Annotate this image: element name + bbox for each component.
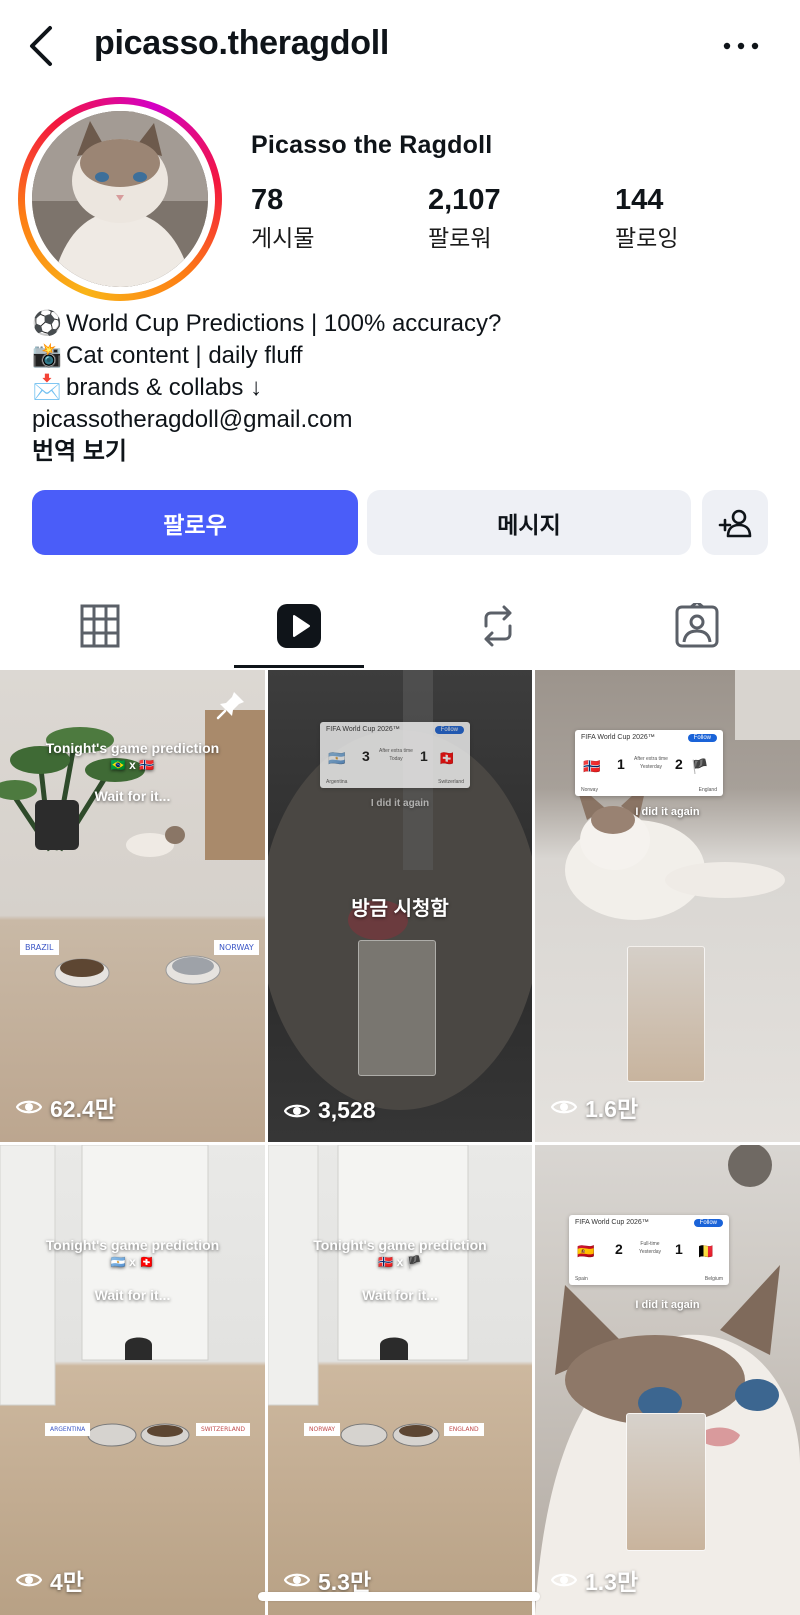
more-horizontal-icon	[723, 42, 759, 50]
score-card: FIFA World Cup 2026™ Follow 🇪🇸 2 Full-ti…	[569, 1215, 729, 1285]
reel-thumbnail	[0, 1145, 209, 1447]
flag-icon: 🏴	[691, 758, 709, 774]
reel-caption: I did it again	[635, 806, 700, 818]
bio-line: ⚽️ World Cup Predictions | 100% accuracy?	[32, 308, 501, 340]
reel-caption: I did it again	[635, 1299, 700, 1311]
tab-tagged[interactable]	[627, 596, 767, 656]
profile-username: picasso.theragdoll	[94, 24, 390, 62]
posts-label: 게시물	[251, 225, 315, 251]
flag-icon: 🇦🇷	[328, 750, 346, 766]
inset-video-frame	[626, 1413, 706, 1551]
tagged-icon	[675, 603, 719, 648]
inset-video-frame	[358, 940, 436, 1076]
eye-icon	[16, 1573, 42, 1587]
story-ring[interactable]	[18, 97, 222, 301]
flag-icon: 🇨🇭	[438, 750, 456, 766]
view-count: 1.3만	[551, 1563, 638, 1597]
placard-label: NORWAY	[304, 1423, 341, 1436]
following-label: 팔로잉	[615, 225, 679, 251]
posts-count: 78	[251, 184, 284, 216]
reels-icon	[277, 604, 321, 648]
view-count: 1.6만	[551, 1090, 638, 1124]
reel-flags: 🇧🇷 x 🇳🇴	[110, 758, 155, 772]
tab-grid[interactable]	[30, 596, 170, 656]
reels-grid: BRAZIL NORWAY Tonight's game prediction …	[0, 670, 800, 1615]
watched-label: 방금 시청함	[351, 898, 449, 920]
grid-icon	[80, 604, 120, 648]
eye-icon	[284, 1573, 310, 1587]
reel-tile[interactable]: FIFA World Cup 2026™ Follow 🇳🇴 1 After e…	[535, 670, 800, 1142]
reel-flags: 🇦🇷 x 🇨🇭	[110, 1255, 155, 1269]
view-count: 62.4만	[16, 1090, 116, 1124]
reel-tile[interactable]: NORWAY ENGLAND Tonight's game prediction…	[268, 1145, 532, 1615]
translate-link[interactable]: 번역 보기	[32, 436, 501, 468]
home-indicator[interactable]	[258, 1592, 540, 1601]
chevron-left-icon	[30, 26, 52, 66]
bio-email[interactable]: picassotheragdoll@gmail.com	[32, 404, 501, 436]
reel-tile[interactable]: BRAZIL NORWAY Tonight's game prediction …	[0, 670, 265, 1142]
following-count: 144	[615, 184, 664, 216]
reel-tile[interactable]: ARGENTINA SWITZERLAND Tonight's game pre…	[0, 1145, 265, 1615]
flag-icon: 🇳🇴	[583, 758, 601, 774]
inset-video-frame	[627, 946, 705, 1082]
reposts-icon	[484, 605, 512, 647]
reel-caption: Tonight's game prediction	[45, 1237, 220, 1253]
reel-flags: 🇳🇴 x 🏴	[378, 1255, 422, 1269]
active-tab-indicator	[234, 665, 364, 668]
eye-icon	[16, 1100, 42, 1114]
reel-tile[interactable]: FIFA World Cup 2026™ Follow 🇦🇷 3 After e…	[268, 670, 532, 1142]
placard-label: ENGLAND	[444, 1423, 484, 1436]
reel-caption: Tonight's game prediction	[313, 1237, 487, 1253]
placard-label: SWITZERLAND	[196, 1423, 250, 1436]
top-bar: picasso.theragdoll	[0, 0, 800, 90]
flag-icon: 🇪🇸	[577, 1243, 595, 1259]
placard-label: NORWAY	[214, 940, 259, 955]
message-button[interactable]: 메시지	[367, 490, 691, 555]
bio-line: 📸 Cat content | daily fluff	[32, 340, 501, 372]
eye-icon	[284, 1104, 310, 1117]
view-count: 3,528	[284, 1097, 376, 1124]
avatar	[32, 111, 208, 287]
camera-flash-icon: 📸	[32, 342, 62, 369]
view-count: 4만	[16, 1563, 84, 1597]
bio: ⚽️ World Cup Predictions | 100% accuracy?…	[32, 308, 501, 468]
followers-label: 팔로워	[428, 225, 492, 251]
flag-icon: 🇧🇪	[697, 1243, 715, 1259]
tab-reels[interactable]	[229, 596, 369, 656]
suggested-accounts-button[interactable]	[702, 490, 768, 555]
posts-stat[interactable]: 78 게시물	[251, 184, 314, 253]
reel-subcaption: Wait for it...	[94, 788, 171, 804]
reel-subcaption: Wait for it...	[362, 1287, 438, 1303]
placard-label: BRAZIL	[20, 940, 59, 955]
more-options-button[interactable]	[716, 28, 766, 64]
reel-tile[interactable]: FIFA World Cup 2026™ Follow 🇪🇸 2 Full-ti…	[535, 1145, 800, 1615]
envelope-icon: 📩	[32, 374, 62, 401]
followers-stat[interactable]: 2,107 팔로워	[428, 184, 501, 253]
placard-label: ARGENTINA	[45, 1423, 91, 1436]
following-stat[interactable]: 144 팔로잉	[615, 184, 678, 253]
reel-subcaption: Wait for it...	[94, 1287, 171, 1303]
back-button[interactable]	[22, 22, 62, 70]
eye-icon	[551, 1573, 577, 1587]
bio-line: 📩 brands & collabs ↓	[32, 372, 501, 404]
soccer-ball-icon: ⚽️	[32, 310, 62, 337]
add-person-icon	[718, 509, 752, 537]
pin-icon	[216, 692, 244, 720]
follow-button[interactable]: 팔로우	[32, 490, 358, 555]
display-name: Picasso the Ragdoll	[251, 131, 493, 159]
score-card: FIFA World Cup 2026™ Follow 🇳🇴 1 After e…	[575, 730, 723, 796]
score-card: FIFA World Cup 2026™ Follow 🇦🇷 3 After e…	[320, 722, 470, 788]
eye-icon	[551, 1100, 577, 1114]
reel-caption: I did it again	[370, 798, 430, 809]
avatar-cat-image	[32, 111, 208, 287]
reel-thumbnail	[268, 1145, 469, 1447]
followers-count: 2,107	[428, 184, 501, 216]
tab-reposts[interactable]	[428, 596, 568, 656]
reel-caption: Tonight's game prediction	[45, 740, 220, 756]
